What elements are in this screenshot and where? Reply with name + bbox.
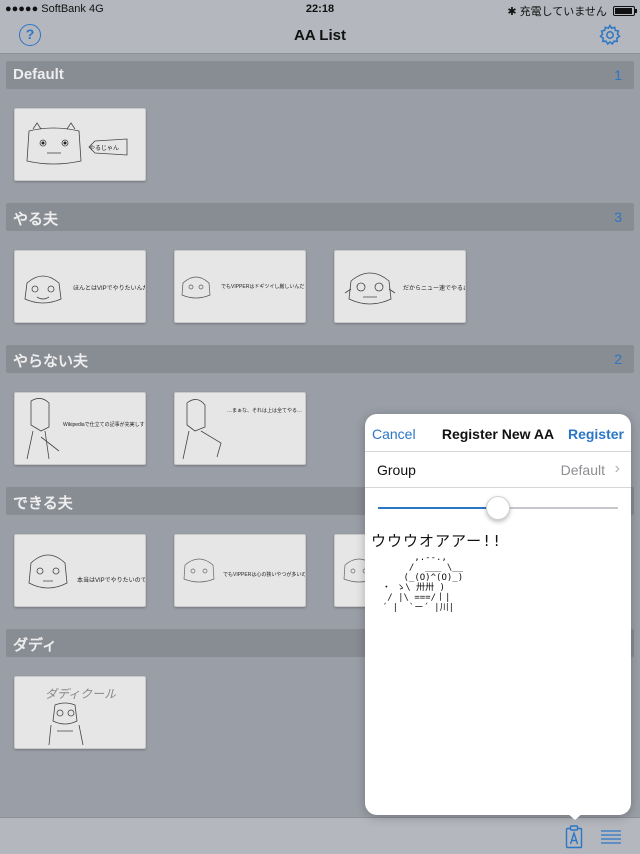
aa-caption: だからニュー速でやるお! <box>403 286 465 292</box>
nav-bar: ? AA List <box>0 18 640 54</box>
section-title: やらない夫 <box>13 353 89 370</box>
slider-knob[interactable] <box>486 496 510 520</box>
section-count: 1 <box>614 67 622 83</box>
aa-thumbnail[interactable]: だからニュー速でやるお! <box>334 250 466 323</box>
popover-arrow <box>566 812 584 820</box>
clipboard-a-icon <box>565 825 583 849</box>
aa-preview-first-line: ウウウオアアー!! <box>371 532 503 550</box>
group-row[interactable]: Group Default › <box>365 452 631 488</box>
chevron-right-icon: › <box>614 460 620 477</box>
section-yaruo: やる夫 3 ほんとはVIPでやりたいんだお… でもVIPPERはドギツイし厳しい… <box>0 197 640 339</box>
battery-icon <box>613 6 637 16</box>
aa-thumbnail[interactable]: でもVIPPERは心の狭いやつが多いので… <box>174 534 306 607</box>
list-icon <box>601 830 621 844</box>
aa-thumbnail[interactable]: 本当はVIPでやりたいのです <box>14 534 146 607</box>
section-default: Default 1 やるじゃん <box>0 55 640 197</box>
aa-caption: ほんとはVIPでやりたいんだお… <box>73 286 145 292</box>
aa-caption: 本当はVIPでやりたいのです <box>77 578 145 584</box>
aa-art-image <box>24 275 62 304</box>
size-slider[interactable] <box>378 496 618 520</box>
register-popover: Cancel Register New AA Register Group De… <box>365 414 631 815</box>
group-value: Default <box>560 462 605 478</box>
aa-art-image <box>26 398 60 460</box>
register-aa-button[interactable] <box>565 825 583 849</box>
bottom-toolbar <box>0 817 640 854</box>
aa-thumbnail[interactable]: でもVIPPERはドギツイし厳しいんだなー心が折れる… <box>174 250 306 323</box>
aa-art-image <box>28 554 68 589</box>
section-title: やる夫 <box>13 211 59 228</box>
group-label: Group <box>377 462 416 478</box>
aa-preview-art: ,.--., / ___ \__ (_(O)^(O)_) ・ ゝ\ 卅卅 ) /… <box>381 553 464 613</box>
slider-fill <box>378 507 498 509</box>
aa-art-image <box>183 558 215 583</box>
aa-caption: でもVIPPERはドギツイし厳しいんだなー心が折れる… <box>221 284 305 290</box>
section-header[interactable]: Default 1 <box>6 61 634 89</box>
section-title: できる夫 <box>13 495 73 512</box>
popover-header: Cancel Register New AA Register <box>365 414 631 452</box>
aa-thumbnail[interactable]: Wikipediaで仕立ての記事が充実しすぎだろ… <box>14 392 146 465</box>
charging-text: 充電していません <box>519 6 607 18</box>
aa-caption: でもVIPPERは心の狭いやつが多いので… <box>223 572 305 578</box>
aa-thumbnail[interactable]: …まぁな、それは上は全てやる… <box>174 392 306 465</box>
aa-caption: …まぁな、それは上は全てやる… <box>227 408 303 414</box>
section-count: 3 <box>614 209 622 225</box>
aa-caption: ダディクール <box>45 687 117 701</box>
aa-art-image <box>48 702 84 746</box>
aa-preview[interactable]: ウウウオアアー!! ,.--., / ___ \__ (_(O)^(O)_) ・… <box>371 530 625 640</box>
status-bar: ●●●●● SoftBank 4G 22:18 ✱ 充電していません <box>0 0 640 18</box>
register-button[interactable]: Register <box>568 426 624 442</box>
page-title: AA List <box>294 27 346 44</box>
aa-art-image <box>344 272 396 305</box>
aa-caption: Wikipediaで仕立ての記事が充実しすぎだろ… <box>63 422 145 428</box>
aa-thumbnail[interactable]: ダディクール <box>14 676 146 749</box>
menu-button[interactable] <box>600 828 622 846</box>
bluetooth-icon: ✱ <box>507 6 517 18</box>
section-header[interactable]: やる夫 3 <box>6 203 634 231</box>
section-title: Default <box>13 66 64 83</box>
section-header[interactable]: やらない夫 2 <box>6 345 634 373</box>
status-right: ✱ 充電していません <box>507 3 637 19</box>
gear-icon <box>599 24 621 46</box>
aa-art-image <box>182 399 222 460</box>
section-title: ダディ <box>13 637 57 654</box>
aa-thumbnail[interactable]: やるじゃん <box>14 108 146 181</box>
aa-thumbnail[interactable]: ほんとはVIPでやりたいんだお… <box>14 250 146 323</box>
aa-art-image <box>181 276 211 299</box>
section-count: 2 <box>614 351 622 367</box>
settings-button[interactable] <box>598 23 622 47</box>
aa-caption: やるじゃん <box>89 146 120 152</box>
